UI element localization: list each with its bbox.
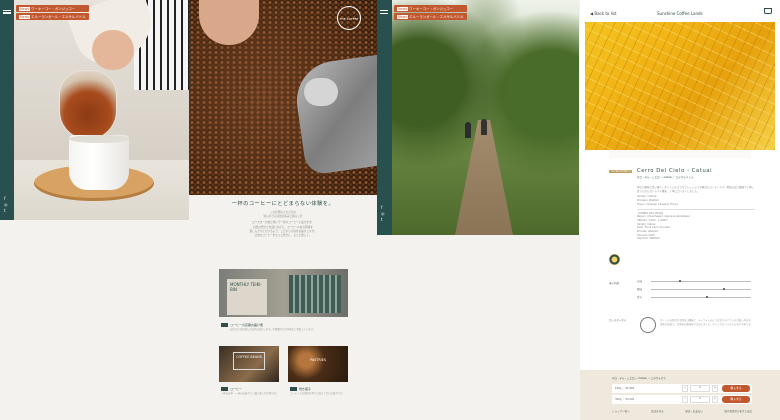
coffee-caption[interactable]: コーヒー	[221, 387, 242, 391]
twitter-icon[interactable]: t	[381, 217, 385, 223]
taste-bar	[651, 296, 751, 298]
footer-link[interactable]: 販売事業者の表示と返品	[724, 409, 752, 413]
purchase-heading: セロ・デル・シエロ ― Catuai ／ このサイズで	[612, 377, 666, 380]
product-image	[585, 22, 775, 150]
pastries-description: コーヒーとの相性を考えて焼き上げたお菓子です。	[290, 392, 345, 395]
purchase-option: 150g ／ ¥1,680 − 1 + 購入する	[612, 384, 752, 393]
monthly-shelf	[289, 275, 341, 313]
hiker	[481, 119, 487, 135]
pastries-caption[interactable]: 焼き菓子	[290, 387, 311, 391]
news-tag: News	[397, 15, 409, 19]
footer-link[interactable]: ショップ一覧へ	[612, 409, 630, 413]
news-tag: News	[397, 7, 409, 11]
option-label: 300g ／ ¥3,200	[615, 398, 635, 401]
twitter-icon[interactable]: t	[4, 208, 8, 214]
product-specs: 明るい酸味と甘い香り、オレンジのようなフレッシュさが魅力のコーヒーです。標高の高…	[637, 186, 755, 241]
product-title: Cerro Del Cielo - Catuai	[637, 168, 713, 174]
glass-server	[59, 70, 117, 140]
option-label: 150g ／ ¥1,680	[615, 387, 635, 390]
profile-line: Flavor / Orange, Caramel, Honey	[637, 203, 755, 210]
coffee-cup	[69, 135, 129, 190]
intro-section: 一杯のコーヒーにとどまらない体験を。 この世界のさまざまな 知られざる自然の恵み…	[189, 200, 377, 238]
sidebar-2: f ◎ t	[377, 0, 392, 235]
beans-icon	[221, 387, 228, 391]
qty-input[interactable]: 1	[690, 396, 710, 403]
brand-logo[interactable]: THE COFFEE	[337, 6, 361, 30]
news-text: エルーランガール・エルサルバドル	[31, 15, 86, 19]
brand-name[interactable]: Sunshine Coffee Lands	[657, 11, 703, 16]
hand	[92, 30, 134, 70]
sidebar: f ◎ t	[0, 0, 14, 220]
qty-minus-button[interactable]: −	[682, 385, 688, 392]
monthly-caption[interactable]: コーヒーの定期お届け便	[221, 323, 263, 327]
qty-input[interactable]: 1	[690, 385, 710, 392]
cart-icon[interactable]	[764, 8, 772, 14]
hero-photo-pourover	[14, 0, 189, 220]
product-description: 明るい酸味と甘い香り、オレンジのようなフレッシュさが魅力のコーヒーです。標高の高…	[637, 186, 755, 193]
news-item[interactable]: News ワーキーコー・ガンジュコー	[394, 5, 467, 12]
box-icon	[221, 323, 228, 327]
monthly-card[interactable]: MONTHLY TEIKI-BIN	[219, 269, 348, 317]
spec-line: Importer: WATARU	[637, 237, 660, 241]
news-text: ワーキーコー・ガンジュコー	[31, 7, 76, 11]
taste-marker	[679, 280, 681, 282]
taste-label: 酸味	[637, 288, 643, 291]
news-tag: News	[19, 7, 31, 11]
footer-link[interactable]: 配送・お支払い	[685, 409, 703, 413]
certification-seal	[609, 254, 620, 265]
intro-line: 知られざる自然の恵みと暮らしを	[263, 215, 303, 219]
taste-chart: 苦味 酸味 甘み	[637, 279, 755, 301]
roaster-pipe	[304, 78, 338, 106]
thumbnail-strip[interactable]	[609, 150, 751, 158]
news-item[interactable]: News ワーキーコー・ガンジュコー	[16, 5, 89, 12]
coffee-card[interactable]: COFFEE BEANS	[219, 346, 279, 382]
product-subtitle: セロ・デル・シエロ ― Catuai ／ エルサルバドル	[637, 176, 694, 179]
intro-line: 日常のコーヒーをもっと豊かに、もっと楽しく。	[254, 234, 312, 238]
qty-plus-button[interactable]: +	[712, 385, 718, 392]
menu-icon[interactable]	[380, 10, 388, 14]
monthly-description: お好きな豆を選んで毎月お届けします。定期便だけの特典もご用意しています。	[230, 328, 316, 331]
back-link[interactable]: ◀ Back to list	[590, 11, 617, 16]
limited-badge: Limited Edition	[609, 170, 633, 173]
news-ticker: News ワーキーコー・ガンジュコー News エルーランガール・エルサルバドル	[16, 5, 89, 21]
news-text: ワーキーコー・ガンジュコー	[409, 7, 454, 11]
footer-links: ショップ一覧へ 商品を見る 配送・お支払い 販売事業者の表示と返品	[612, 409, 752, 413]
roaster-note: オレンジを思わせる明るい酸味と、キャラメルのような甘さのバランスが楽しめます。浅…	[660, 319, 753, 326]
coffee-card-title: COFFEE BEANS	[233, 352, 265, 370]
taste-bar	[651, 280, 751, 282]
taste-label: 甘み	[637, 296, 643, 299]
news-item[interactable]: News エルーランガール・エルサルバドル	[16, 13, 89, 20]
taste-heading: 味の特徴	[609, 282, 620, 285]
buy-button[interactable]: 購入する	[722, 396, 750, 403]
pastries-card[interactable]: PASTRIES	[288, 346, 348, 382]
roaster-avatar	[640, 317, 656, 333]
pastries-card-title: PASTRIES	[309, 358, 327, 362]
purchase-option: 300g ／ ¥3,200 − 1 + 購入する	[612, 395, 752, 404]
news-tag: News	[19, 15, 31, 19]
footer-link[interactable]: 商品を見る	[651, 409, 664, 413]
social-links: f ◎ t	[4, 196, 8, 214]
news-item[interactable]: News エルーランガール・エルサルバドル	[394, 13, 467, 20]
roaster-heading: ロースターから	[609, 319, 627, 322]
taste-marker	[723, 288, 725, 290]
qty-minus-button[interactable]: −	[682, 396, 688, 403]
taste-label: 苦味	[637, 280, 643, 283]
taste-bar	[651, 288, 751, 290]
social-links: f ◎ t	[381, 205, 385, 223]
buy-button[interactable]: 購入する	[722, 385, 750, 392]
hero-photo-beans: THE COFFEE	[189, 0, 377, 195]
taste-marker	[706, 296, 708, 298]
monthly-sign: MONTHLY TEIKI-BIN	[227, 279, 267, 315]
hiker	[465, 122, 471, 138]
menu-icon[interactable]	[3, 10, 11, 14]
coffee-description: 一杯のお茶・一杯のお菓子と一緒に楽しむ世界の豆。	[221, 392, 279, 395]
cookie-icon	[290, 387, 297, 391]
qty-plus-button[interactable]: +	[712, 396, 718, 403]
intro-heading: 一杯のコーヒーにとどまらない体験を。	[231, 201, 335, 207]
forest-photo	[392, 0, 579, 235]
news-text: エルーランガール・エルサルバドル	[409, 15, 464, 19]
news-ticker-2: News ワーキーコー・ガンジュコー News エルーランガール・エルサルバドル	[394, 5, 467, 21]
